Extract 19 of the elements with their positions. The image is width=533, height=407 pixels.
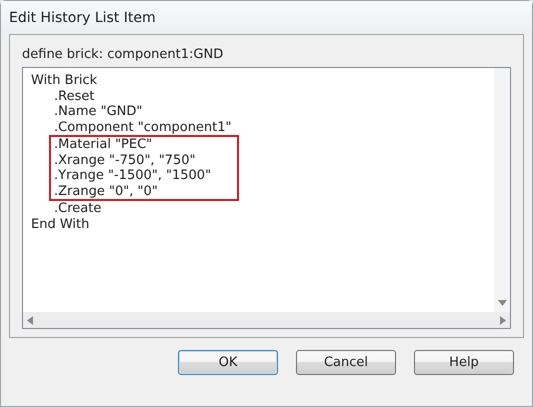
- dialog-button[interactable]: Help: [414, 350, 514, 375]
- code-line: .Zrange "0", "0": [54, 184, 158, 199]
- code-line: .Material "PEC": [54, 137, 152, 152]
- group-label: define brick: component1:GND: [22, 47, 224, 62]
- code-line: .Yrange "-1500", "1500": [54, 168, 212, 184]
- scroll-down-icon[interactable]: [498, 300, 506, 306]
- dialog-button[interactable]: Cancel: [296, 350, 396, 375]
- code-line: .Create: [54, 201, 102, 216]
- code-line: With Brick: [31, 73, 98, 88]
- code-line: .Reset: [54, 88, 94, 104]
- code-line: End With: [31, 216, 90, 232]
- code-line: .Name "GND": [54, 104, 142, 120]
- scroll-right-icon[interactable]: [500, 316, 506, 324]
- code-text-area[interactable]: With Brick .Reset .Name "GND" .Component "component1" .Material "PEC" .Xrange "-750", "750" .Yrange "-1500", "1500" .Zrange "0", "0" .Create End With: [22, 67, 511, 329]
- code-line: .Component "component1": [54, 120, 232, 135]
- scroll-left-icon[interactable]: [27, 316, 33, 324]
- dialog-button[interactable]: OK: [178, 350, 278, 375]
- code-line: .Xrange "-750", "750": [54, 152, 196, 168]
- window-title: Edit History List Item: [9, 10, 156, 26]
